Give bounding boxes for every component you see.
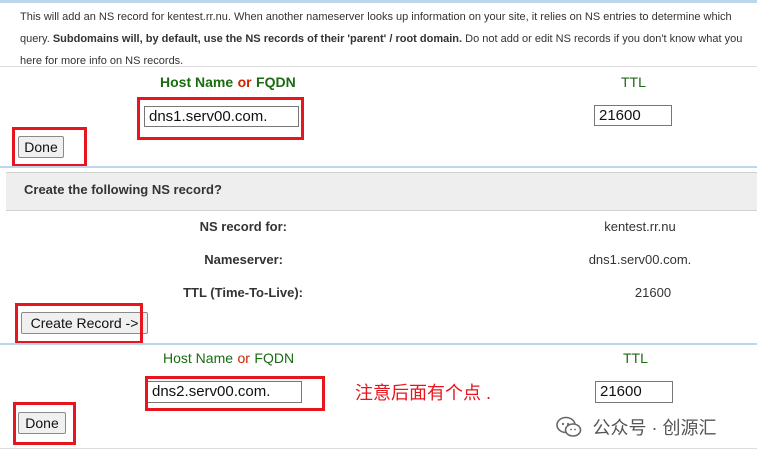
ns-record-for-label: NS record for:: [199, 219, 287, 234]
ttl-row-value: 21600: [634, 285, 672, 300]
ns-record-for-value: kentest.rr.nu: [604, 219, 676, 234]
ttl-input[interactable]: 21600: [594, 105, 672, 126]
bottom-divider: [0, 448, 757, 449]
top-frame: [0, 0, 757, 3]
host-name-label: Host Name or FQDN: [160, 74, 296, 90]
confirm-header: Create the following NS record?: [6, 172, 757, 211]
panel-separator: [0, 166, 757, 168]
highlight-done-button: [12, 127, 87, 167]
dot-annotation: 注意后面有个点 .: [355, 383, 492, 403]
ttl-row-label: TTL (Time-To-Live):: [183, 285, 303, 300]
ttl-label: TTL: [621, 74, 646, 90]
intro-text: This will add an NS record for kentest.r…: [20, 6, 757, 72]
watermark-text: 公众号 · 创源汇: [592, 418, 717, 438]
nameserver-value: dns1.serv00.com.: [588, 252, 692, 267]
intro-line-1: This will add an NS record for kentest.r…: [20, 11, 732, 23]
intro-line-3: here for more info on NS records.: [20, 55, 184, 67]
highlight-host-input: [137, 97, 304, 140]
highlight-done-button-2: [13, 402, 76, 445]
ttl-input-2[interactable]: 21600: [595, 381, 673, 403]
nameserver-label: Nameserver:: [204, 252, 283, 267]
ttl-label-2: TTL: [623, 350, 648, 366]
wechat-icon: [556, 416, 582, 437]
intro-line-2: query. Subdomains will, by default, use …: [20, 33, 743, 45]
host-name-label-2: Host Name or FQDN: [163, 350, 295, 366]
watermark: 公众号 · 创源汇: [556, 414, 716, 440]
divider: [0, 66, 757, 67]
confirm-title: Create the following NS record?: [24, 182, 222, 197]
panel-separator-2: [0, 343, 757, 345]
highlight-create-button: [15, 303, 143, 344]
highlight-host-input-2: [145, 376, 325, 411]
